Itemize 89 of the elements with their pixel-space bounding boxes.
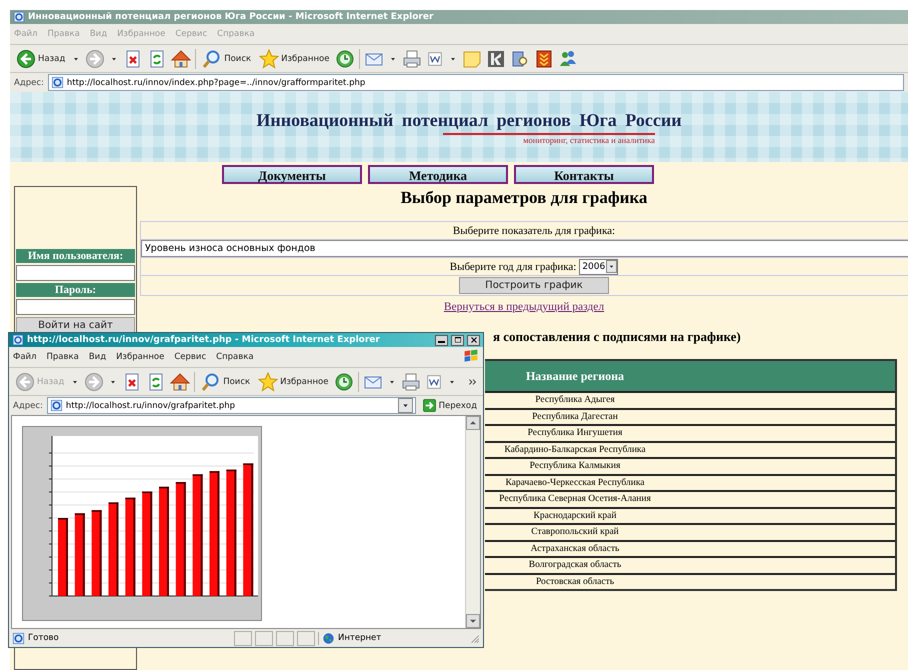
back-button[interactable]: Назад: [14, 48, 68, 70]
star-icon: [259, 48, 280, 68]
address-label: Адрес:: [13, 400, 43, 410]
table-cell-text: Республика Северная Осетия-Алания: [498, 494, 652, 504]
k-app-icon[interactable]: [486, 48, 506, 68]
go-button[interactable]: Переход: [420, 397, 479, 414]
maximize-button[interactable]: [451, 334, 464, 346]
year-select[interactable]: 2006: [579, 258, 618, 274]
site-title: Инновационный потенциал регионов Юга России: [256, 110, 682, 130]
search-icon: [201, 372, 222, 392]
document-icon[interactable]: [426, 50, 444, 68]
menu-item[interactable]: Файл: [13, 352, 36, 362]
zone-text: Интернет: [338, 633, 382, 643]
status-panel: [276, 630, 294, 646]
window-title: Инновационный потенциал регионов Юга России - Microsoft Internet Explorer: [28, 12, 434, 22]
table-cell-text: Карачаево-Черкесская Республика: [504, 478, 646, 488]
history-icon[interactable]: [334, 372, 354, 392]
status-panel: [255, 630, 273, 646]
archive-icon[interactable]: [534, 48, 554, 68]
history-icon[interactable]: [335, 48, 356, 68]
windows-logo-icon: [463, 348, 479, 364]
page-heading: Выбор параметров для графика: [400, 188, 648, 208]
table-cell-text: Республика Адыгея: [534, 395, 616, 406]
people-icon[interactable]: [558, 48, 578, 68]
site-subtitle: мониторинг, статистика и аналитика: [443, 132, 655, 144]
address-label: Адрес:: [14, 78, 44, 88]
table-cell-text: Республика Дагестан: [531, 412, 619, 422]
address-field[interactable]: http://localhost.ru/innov/index.php?page=../innov/grafformparitet.php: [48, 74, 904, 91]
status-text: Готово: [28, 633, 60, 643]
minimize-button[interactable]: [435, 334, 448, 346]
scroll-up-icon[interactable]: [466, 416, 480, 430]
page-icon: [50, 399, 63, 412]
browser-icon: [13, 11, 25, 23]
menu-item[interactable]: Избранное: [116, 352, 164, 362]
password-field[interactable]: [16, 299, 135, 315]
status-panel: [234, 630, 252, 646]
table-cell-text: Республика Калмыкия: [528, 461, 622, 472]
favorites-button[interactable]: Избранное: [256, 370, 330, 392]
favorites-button[interactable]: Избранное: [257, 48, 332, 70]
address-field[interactable]: http://localhost.ru/innov/grafparitet.php: [46, 397, 416, 414]
search-button[interactable]: Поиск: [199, 370, 252, 392]
window-title: http://localhost.ru/innov/grafparitet.php - Microsoft Internet Explorer: [27, 335, 381, 345]
build-chart-button[interactable]: Построить график: [459, 277, 609, 294]
scroll-down-icon[interactable]: [466, 614, 480, 628]
scrollbar[interactable]: [465, 416, 480, 628]
nav-button[interactable]: Документы: [222, 164, 362, 184]
status-panel: [297, 630, 315, 646]
page-icon: [50, 76, 64, 89]
table-cell-text: Республика Ингушетия: [526, 428, 624, 438]
table-cell-text: Ставропольский край: [530, 527, 620, 538]
login-button[interactable]: Войти на сайт: [16, 317, 135, 333]
indicator-select[interactable]: Уровень износа основных фондов: [141, 240, 908, 257]
home-icon[interactable]: [171, 48, 192, 68]
close-button[interactable]: [467, 334, 480, 346]
back-link[interactable]: Вернуться в предыдущий раздел: [444, 301, 604, 313]
year-label: Выберите год для графика:: [450, 260, 576, 272]
minimize-icon: [438, 340, 445, 342]
password-label: Пароль:: [16, 283, 135, 297]
table-cell-text: Кабардино-Балкарская Республика: [503, 444, 647, 455]
table-cell-text: Краснодарский край: [532, 510, 618, 521]
document-icon[interactable]: [425, 372, 444, 390]
table-cell-text: Астраханская область: [530, 544, 620, 554]
maximize-icon: [452, 335, 462, 345]
back-icon: [15, 372, 35, 392]
indicator-label: Выберите показатель для графика:: [452, 224, 616, 236]
nav-button[interactable]: Методика: [368, 164, 508, 184]
search-icon: [202, 48, 222, 68]
printer-icon[interactable]: [401, 372, 422, 392]
search-button[interactable]: Поиск: [200, 48, 254, 70]
globe-icon: [322, 632, 335, 644]
table-cell-text: Ростовская область: [534, 576, 616, 587]
close-icon: [468, 335, 478, 345]
page-icon: [12, 632, 25, 644]
printer-icon[interactable]: [402, 48, 422, 68]
menu-item[interactable]: Вид: [88, 352, 106, 362]
menu-item[interactable]: Справка: [216, 352, 254, 362]
browser-icon: [12, 334, 24, 346]
star-icon: [258, 372, 278, 392]
home-icon[interactable]: [170, 372, 190, 392]
username-field[interactable]: [16, 265, 135, 281]
username-label: Имя пользователя:: [16, 249, 135, 263]
go-icon: [422, 398, 437, 413]
section-heading: я сопоставления с подписями на графике): [493, 329, 742, 345]
menu-item[interactable]: Сервис: [174, 352, 206, 362]
menu-item[interactable]: Правка: [46, 352, 79, 362]
table-cell-text: Волгоградская область: [528, 560, 622, 570]
nav-button[interactable]: Контакты: [514, 164, 654, 184]
back-icon: [16, 48, 36, 68]
column-header: Название региона: [524, 368, 626, 384]
